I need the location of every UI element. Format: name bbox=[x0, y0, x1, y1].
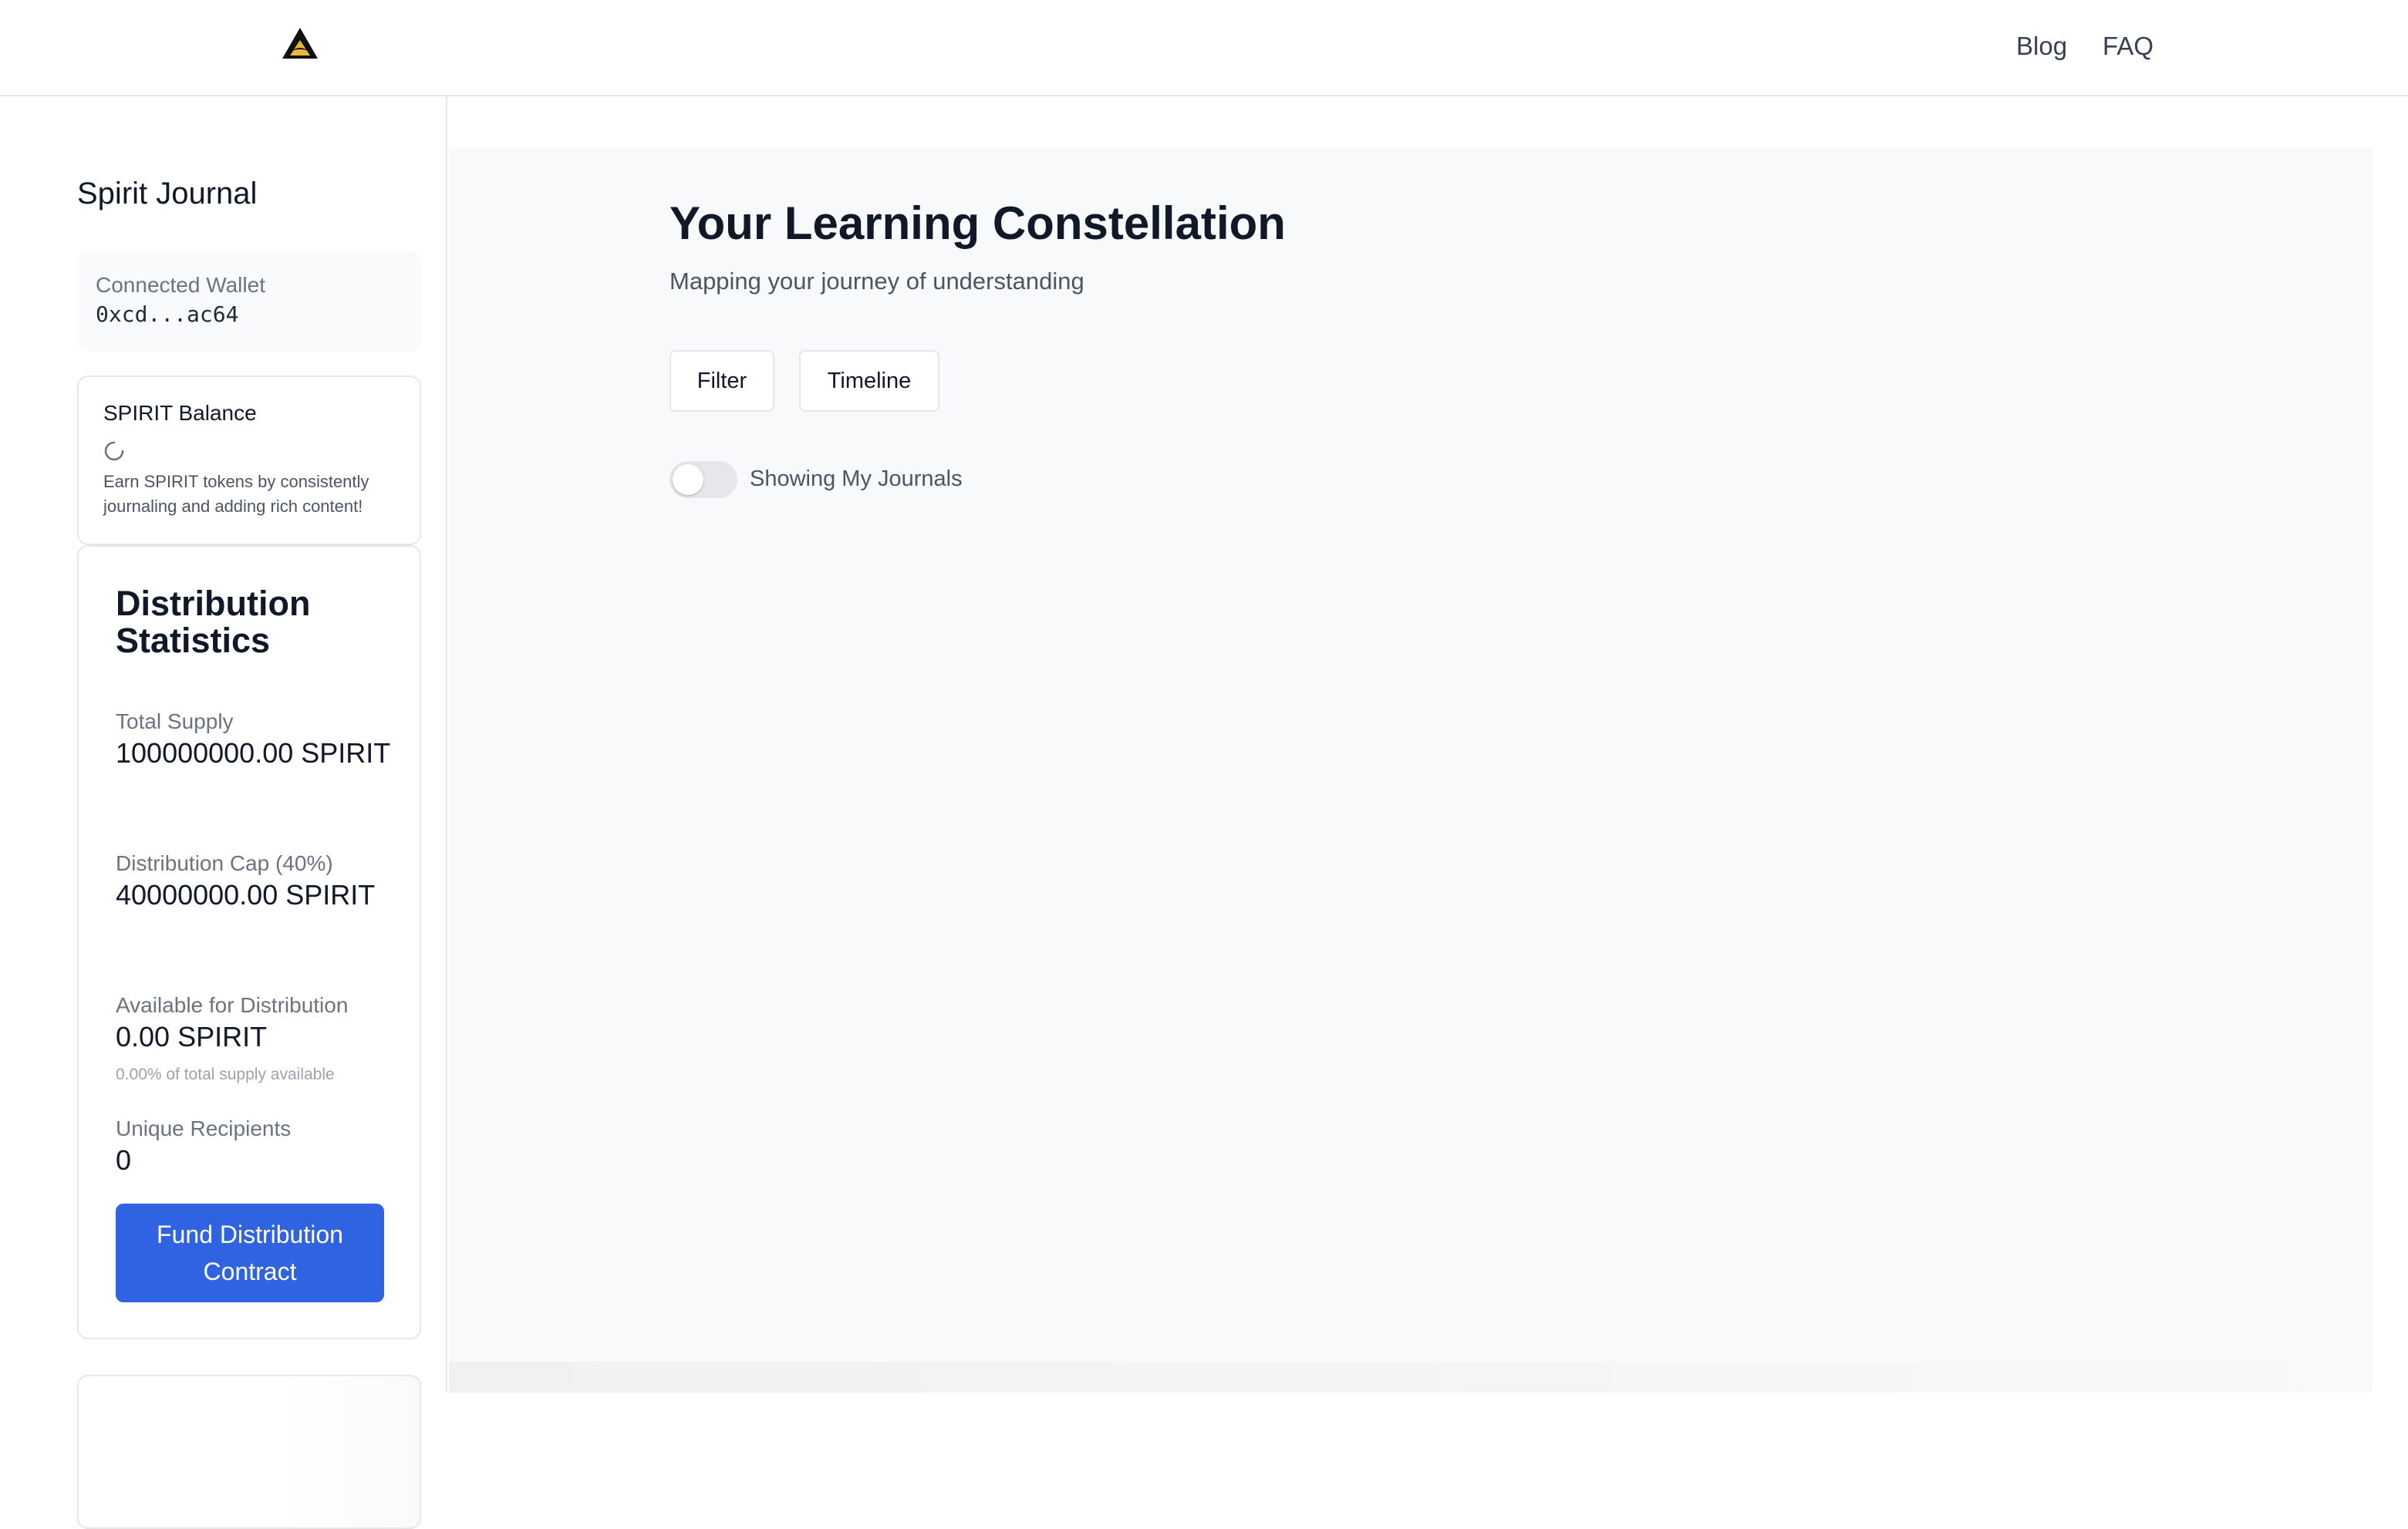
my-journals-toggle[interactable] bbox=[669, 461, 737, 498]
sidebar-title: Spirit Journal bbox=[77, 177, 258, 210]
nav-link-faq[interactable]: FAQ bbox=[2103, 31, 2153, 62]
toggle-label: Showing My Journals bbox=[750, 466, 963, 491]
triangle-logo-icon[interactable] bbox=[281, 26, 319, 60]
wallet-label: Connected Wallet bbox=[96, 273, 265, 297]
connected-wallet-box: Connected Wallet 0xcd...ac64 bbox=[77, 252, 421, 351]
total-supply-label: Total Supply bbox=[116, 709, 234, 733]
unique-recipients-value: 0 bbox=[116, 1144, 132, 1176]
distribution-cap-label: Distribution Cap (40%) bbox=[116, 851, 333, 875]
distribution-cap-value: 40000000.00 SPIRIT bbox=[116, 879, 376, 911]
stats-title: Distribution Statistics bbox=[116, 584, 311, 660]
spirit-balance-card: SPIRIT Balance Earn SPIRIT tokens by con… bbox=[77, 376, 421, 545]
available-distribution-note: 0.00% of total supply available bbox=[116, 1066, 335, 1083]
total-supply-value: 100000000.00 SPIRIT bbox=[116, 737, 391, 769]
page-title: Your Learning Constellation bbox=[669, 197, 1286, 249]
loading-spinner-icon bbox=[104, 441, 124, 461]
sidebar: Spirit Journal Connected Wallet 0xcd...a… bbox=[0, 96, 447, 1529]
bottom-shadow bbox=[449, 1362, 2373, 1393]
main-panel: Your Learning Constellation Mapping your… bbox=[449, 147, 2373, 1393]
fund-distribution-button[interactable]: Fund Distribution Contract bbox=[116, 1204, 384, 1302]
balance-title: SPIRIT Balance bbox=[103, 401, 257, 425]
balance-description: Earn SPIRIT tokens by consistently journ… bbox=[103, 472, 369, 516]
unique-recipients-label: Unique Recipients bbox=[116, 1116, 292, 1140]
nav-link-blog[interactable]: Blog bbox=[2016, 31, 2067, 62]
filter-button[interactable]: Filter bbox=[669, 350, 774, 412]
distribution-statistics-card: Distribution Statistics Total Supply 100… bbox=[77, 545, 421, 1339]
top-navbar: Blog FAQ bbox=[0, 0, 2408, 96]
page-subtitle: Mapping your journey of understanding bbox=[669, 268, 1084, 295]
available-distribution-value: 0.00 SPIRIT bbox=[116, 1021, 268, 1052]
wallet-address: 0xcd...ac64 bbox=[96, 301, 239, 327]
timeline-button[interactable]: Timeline bbox=[799, 350, 939, 412]
toggle-knob bbox=[673, 464, 703, 495]
sidebar-next-card bbox=[77, 1375, 421, 1529]
available-distribution-label: Available for Distribution bbox=[116, 993, 349, 1017]
